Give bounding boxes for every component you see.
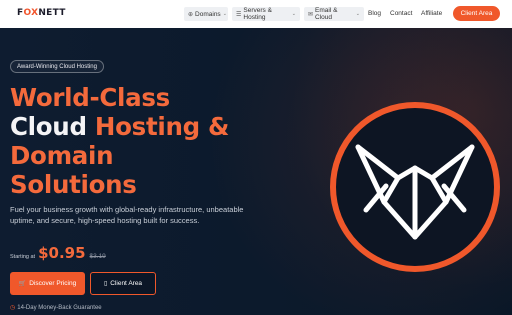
- chevron-down-icon: ⌄: [355, 11, 360, 17]
- chevron-down-icon: ⌄: [291, 11, 296, 17]
- top-header: FOXNETT ⊕ Domains ⌄ ☰ Servers & Hosting …: [0, 0, 512, 28]
- chevron-down-icon: ⌄: [222, 11, 227, 17]
- award-badge: Award-Winning Cloud Hosting: [10, 60, 104, 73]
- clock-icon: ◷: [10, 305, 16, 311]
- cart-icon: 🛒: [18, 281, 27, 287]
- nav-contact[interactable]: Contact: [390, 10, 412, 17]
- hero-subtext: Fuel your business growth with global-re…: [10, 205, 244, 225]
- mail-icon: ✉: [308, 11, 314, 18]
- client-area-header-button[interactable]: Client Area: [453, 6, 500, 21]
- money-back-guarantee: ◷ 14-Day Money-Back Guarantee: [10, 304, 102, 312]
- lock-icon: ▯: [103, 281, 108, 287]
- fox-logo: [330, 102, 500, 272]
- brand-logo[interactable]: FOXNETT: [17, 8, 66, 18]
- nav-affiliate[interactable]: Affiliate: [421, 10, 442, 17]
- server-icon: ☰: [236, 11, 242, 18]
- discover-pricing-button[interactable]: 🛒 Discover Pricing: [10, 272, 85, 295]
- nav-email-cloud[interactable]: ✉ Email & Cloud ⌄: [304, 7, 364, 21]
- pricing-row: Starting at $0.95 $3.19: [10, 244, 106, 264]
- old-price: $3.19: [89, 253, 106, 260]
- client-area-button[interactable]: ▯ Client Area: [90, 272, 156, 295]
- nav-servers[interactable]: ☰ Servers & Hosting ⌄: [232, 7, 300, 21]
- hero-headline: World-Class Cloud Hosting & Domain Solut…: [10, 83, 230, 199]
- globe-icon: ⊕: [188, 11, 194, 18]
- starting-label: Starting at: [10, 254, 36, 260]
- nav-domains[interactable]: ⊕ Domains ⌄: [184, 7, 228, 21]
- nav-blog[interactable]: Blog: [368, 10, 381, 17]
- price-value: $0.95: [38, 244, 86, 262]
